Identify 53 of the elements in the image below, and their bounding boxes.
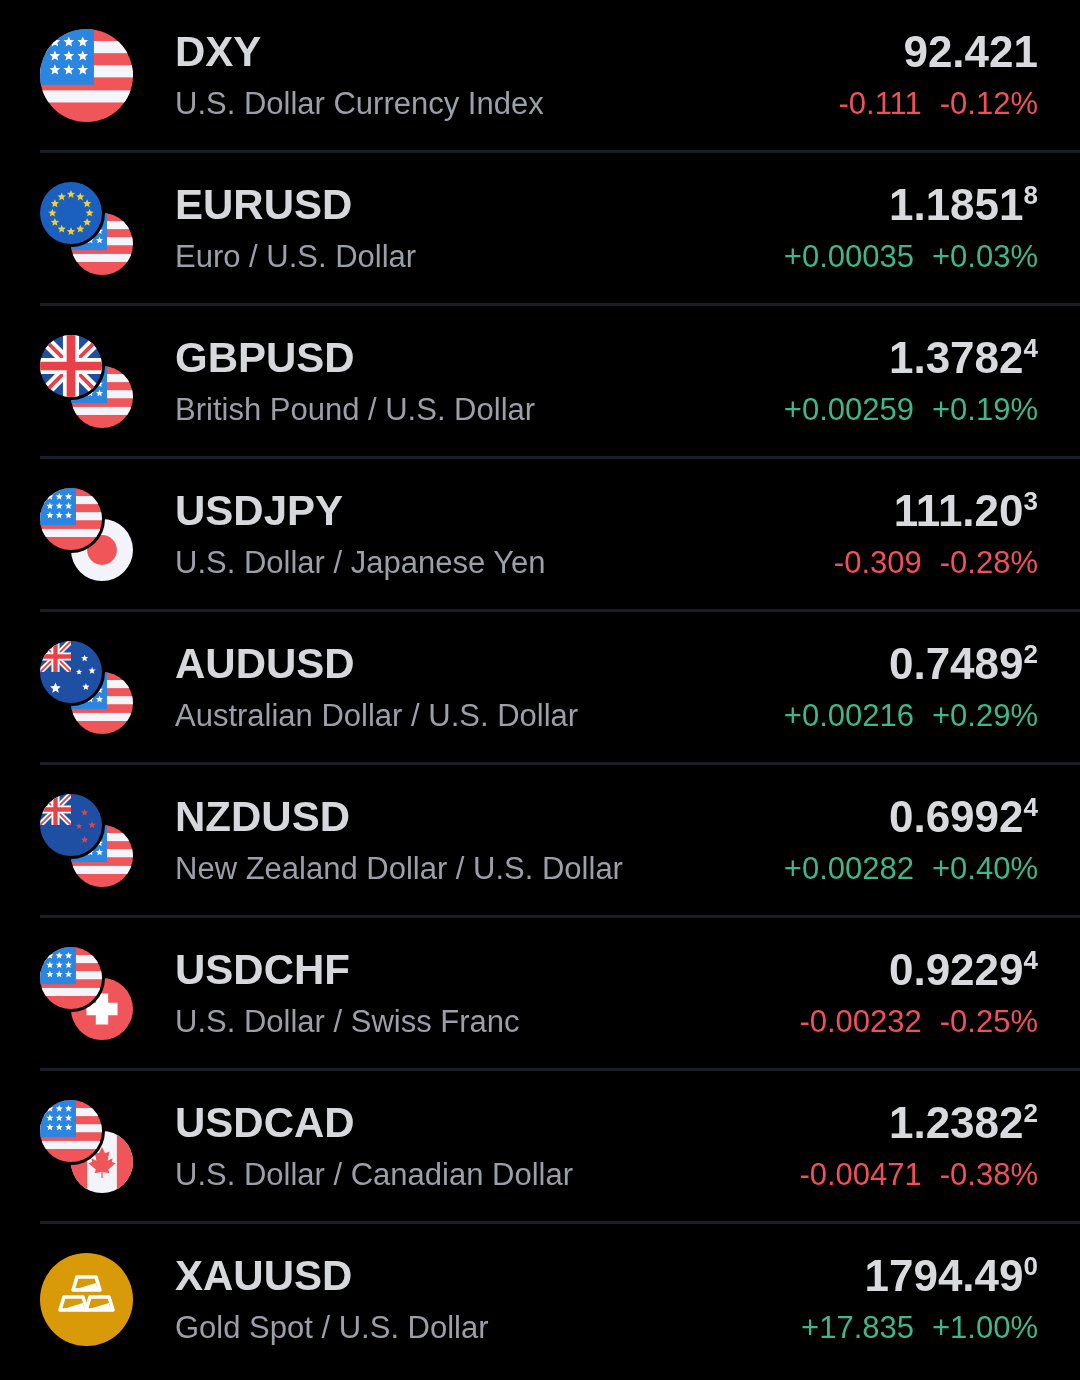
price: 1.2382$^{2}$ [888,1097,1038,1149]
price-change: +0.00035 [783,238,914,276]
instrument-name: U.S. Dollar / Japanese Yen [175,544,547,582]
percent-change: -0.28% [939,544,1038,582]
percent-change: -0.25% [939,1003,1038,1041]
ticker-symbol: USDJPY [175,486,345,536]
flags-icon [40,1099,133,1193]
price-change: -0.309 [833,544,922,582]
ticker-symbol: USDCHF [175,945,351,995]
price: 0.6992$^{4}$ [888,791,1038,843]
percent-change: +1.00% [932,1309,1038,1347]
flags-icon [40,334,133,428]
price-change: -0.111 [838,85,922,123]
price: 0.7489$^{2}$ [888,638,1038,690]
ticker-symbol: AUDUSD [175,639,356,689]
price: 111.20$^{3}$ [893,485,1038,537]
ticker-symbol: XAUUSD [175,1251,354,1301]
price-change: +0.00216 [783,697,914,735]
price-change: -0.00471 [799,1156,922,1194]
ingots-icon [40,1252,133,1346]
ticker-symbol: EURUSD [175,180,354,230]
price: 1794.49$^{0}$ [864,1250,1038,1302]
ticker-symbol: USDCAD [175,1098,356,1148]
instrument-name: New Zealand Dollar / U.S. Dollar [175,850,624,888]
price: 1.3782$^{4}$ [888,332,1038,384]
flags-icon [40,946,133,1040]
price-change: +0.00282 [783,850,914,888]
percent-change: +0.40% [932,850,1038,888]
price: 0.9229$^{4}$ [888,944,1038,996]
price: 1.1851$^{8}$ [888,179,1038,231]
price-change: +17.835 [801,1309,914,1347]
instrument-name: British Pound / U.S. Dollar [175,391,537,429]
percent-change: -0.38% [939,1156,1038,1194]
ticker-symbol: DXY [175,27,263,77]
instrument-name: Gold Spot / U.S. Dollar [175,1309,490,1347]
instrument-name: U.S. Dollar / Canadian Dollar [175,1156,574,1194]
flags-icon [40,793,133,887]
percent-change: +0.03% [932,238,1038,276]
ticker-symbol: GBPUSD [175,333,356,383]
instrument-name: Euro / U.S. Dollar [175,238,418,276]
ticker-symbol: NZDUSD [175,792,351,842]
instrument-name: U.S. Dollar Currency Index [175,85,545,123]
percent-change: +0.29% [932,697,1038,735]
instrument-name: Australian Dollar / U.S. Dollar [175,697,580,735]
flags-icon [40,487,133,581]
price-change: -0.00232 [799,1003,922,1041]
percent-change: +0.19% [932,391,1038,429]
price: 92.421 [903,26,1038,78]
percent-change: -0.12% [939,85,1038,123]
flags-icon [40,640,133,734]
flags-icon [40,181,133,275]
price-change: +0.00259 [783,391,914,429]
instrument-name: U.S. Dollar / Swiss Franc [175,1003,521,1041]
